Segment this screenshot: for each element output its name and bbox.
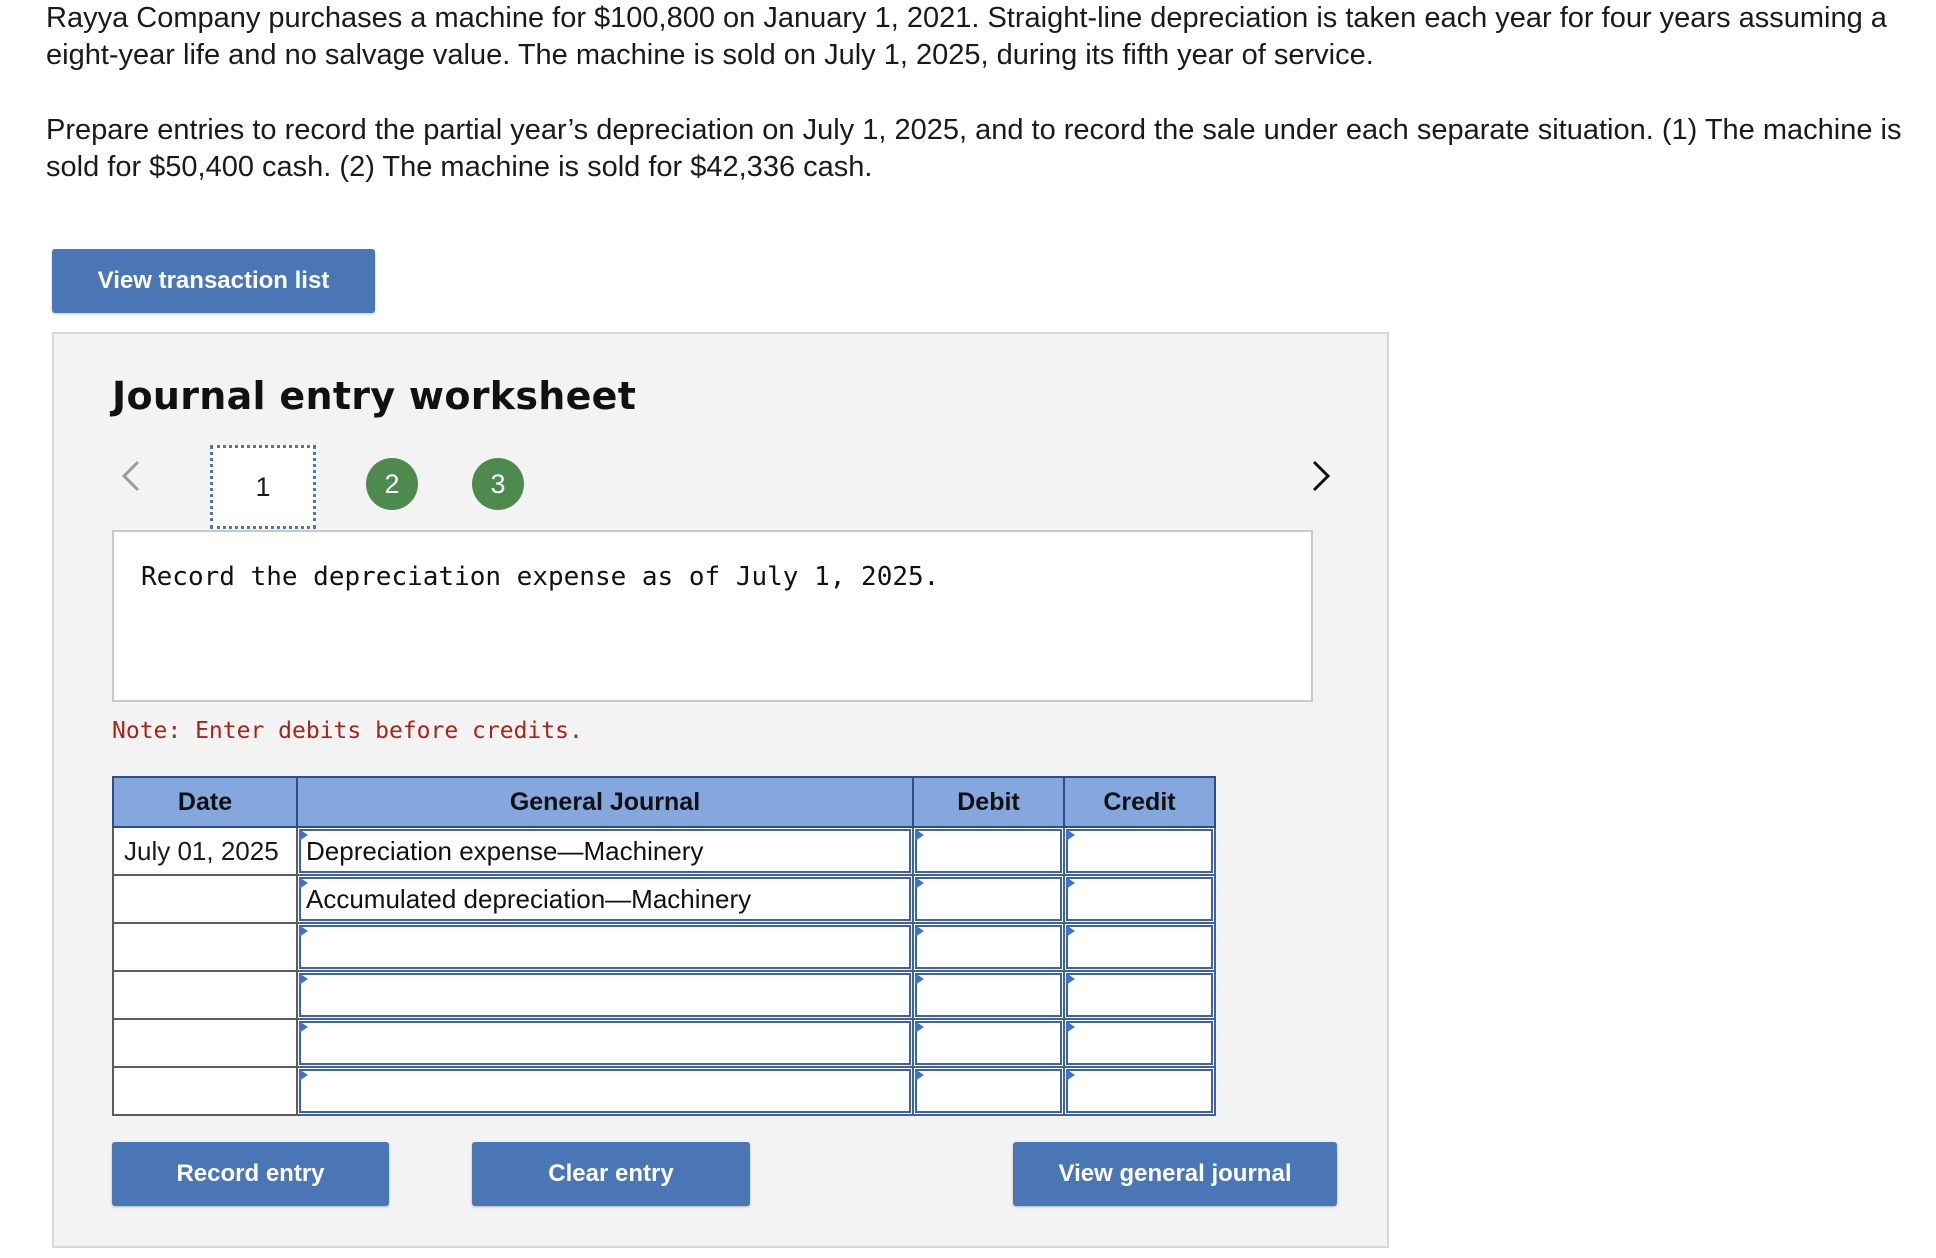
account-dropdown[interactable]: [296, 1066, 914, 1116]
debit-input[interactable]: [912, 970, 1065, 1020]
step-2-tab[interactable]: 2: [366, 458, 418, 510]
debit-input[interactable]: [912, 1066, 1065, 1116]
journal-row: [112, 1066, 1216, 1116]
credit-input[interactable]: [1063, 826, 1216, 876]
general-journal-column-header: General Journal: [296, 776, 914, 828]
problem-statement: Rayya Company purchases a machine for $1…: [46, 0, 1916, 186]
journal-row: [112, 970, 1216, 1020]
account-dropdown[interactable]: [296, 1018, 914, 1068]
input-marker-icon: [1066, 973, 1075, 985]
debit-input[interactable]: [912, 922, 1065, 972]
input-marker-icon: [915, 1069, 924, 1081]
input-marker-icon: [915, 925, 924, 937]
debit-column-header: Debit: [912, 776, 1065, 828]
journal-row-date: [112, 1066, 298, 1116]
account-dropdown[interactable]: Depreciation expense—Machinery: [296, 826, 914, 876]
instruction-text: Record the depreciation expense as of Ju…: [141, 562, 940, 592]
account-dropdown[interactable]: [296, 922, 914, 972]
debit-input[interactable]: [912, 826, 1065, 876]
input-marker-icon: [1066, 1021, 1075, 1033]
input-marker-icon: [1066, 925, 1075, 937]
journal-row: July 01, 2025 Depreciation expense—Machi…: [112, 826, 1216, 876]
credit-input[interactable]: [1063, 970, 1216, 1020]
problem-paragraph-2: Prepare entries to record the partial ye…: [46, 114, 1902, 183]
step-2-label: 2: [384, 468, 400, 499]
journal-row: [112, 1018, 1216, 1068]
next-step-arrow-icon[interactable]: [1306, 456, 1336, 496]
input-marker-icon: [915, 829, 924, 841]
date-column-header: Date: [112, 776, 298, 828]
journal-header-row: Date General Journal Debit Credit: [112, 776, 1216, 828]
dropdown-marker-icon: [299, 973, 308, 985]
clear-entry-button[interactable]: Clear entry: [472, 1142, 750, 1206]
input-marker-icon: [915, 877, 924, 889]
step-1-tab[interactable]: 1: [210, 445, 316, 529]
previous-step-arrow-icon[interactable]: [116, 456, 146, 496]
problem-paragraph-1: Rayya Company purchases a machine for $1…: [46, 2, 1887, 71]
debits-before-credits-note: Note: Enter debits before credits.: [112, 718, 583, 744]
debit-input[interactable]: [912, 1018, 1065, 1068]
input-marker-icon: [1066, 829, 1075, 841]
credit-input[interactable]: [1063, 874, 1216, 924]
credit-column-header: Credit: [1063, 776, 1216, 828]
journal-row-date: [112, 922, 298, 972]
input-marker-icon: [1066, 1069, 1075, 1081]
instruction-box: Record the depreciation expense as of Ju…: [112, 530, 1313, 702]
general-journal-table: Date General Journal Debit Credit July 0…: [112, 776, 1216, 1116]
view-transaction-list-button[interactable]: View transaction list: [52, 249, 375, 313]
account-value: Depreciation expense—Machinery: [306, 836, 704, 866]
journal-row-date: [112, 970, 298, 1020]
account-dropdown[interactable]: [296, 970, 914, 1020]
dropdown-marker-icon: [299, 1021, 308, 1033]
record-entry-button[interactable]: Record entry: [112, 1142, 389, 1206]
worksheet-title: Journal entry worksheet: [112, 374, 637, 418]
journal-row-date: [112, 874, 298, 924]
journal-entry-worksheet-panel: Journal entry worksheet 1 2 3 Record the…: [52, 332, 1389, 1248]
dropdown-marker-icon: [299, 925, 308, 937]
credit-input[interactable]: [1063, 1066, 1216, 1116]
step-1-label: 1: [255, 471, 271, 502]
input-marker-icon: [915, 973, 924, 985]
journal-row-date: [112, 1018, 298, 1068]
credit-input[interactable]: [1063, 922, 1216, 972]
dropdown-marker-icon: [299, 1069, 308, 1081]
credit-input[interactable]: [1063, 1018, 1216, 1068]
account-dropdown[interactable]: Accumulated depreciation—Machinery: [296, 874, 914, 924]
journal-row-date: July 01, 2025: [112, 826, 298, 876]
input-marker-icon: [915, 1021, 924, 1033]
step-3-tab[interactable]: 3: [472, 458, 524, 510]
view-general-journal-button[interactable]: View general journal: [1013, 1142, 1337, 1206]
debit-input[interactable]: [912, 874, 1065, 924]
step-3-label: 3: [490, 468, 506, 499]
journal-row: Accumulated depreciation—Machinery: [112, 874, 1216, 924]
journal-row: [112, 922, 1216, 972]
input-marker-icon: [1066, 877, 1075, 889]
account-value: Accumulated depreciation—Machinery: [306, 884, 752, 914]
